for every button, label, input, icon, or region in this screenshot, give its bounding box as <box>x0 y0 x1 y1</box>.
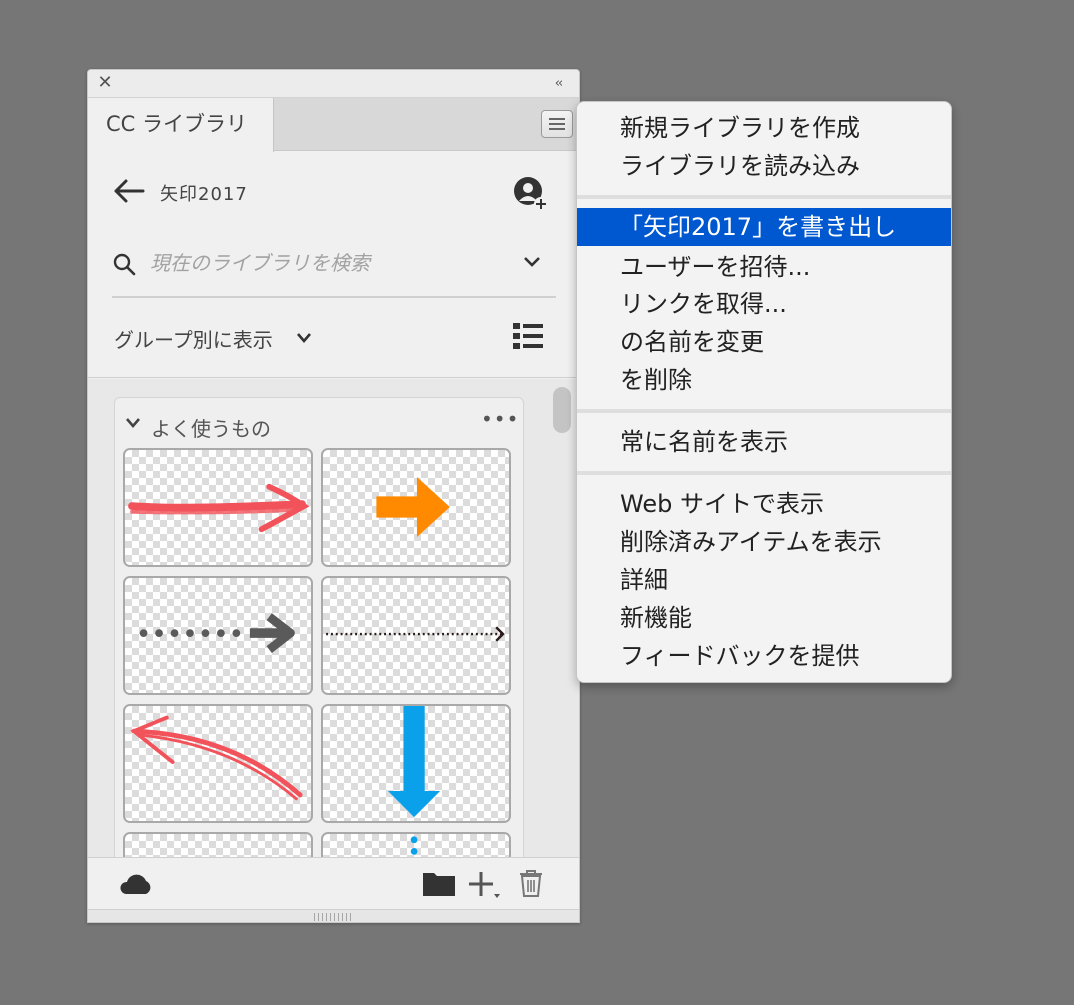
menu-item-rename[interactable]: の名前を変更 <box>577 323 951 361</box>
plus-icon[interactable] <box>468 870 502 900</box>
menu-item-new-library[interactable]: 新規ライブラリを作成 <box>577 109 951 147</box>
panel-bottom-toolbar <box>88 857 579 909</box>
asset-tile[interactable] <box>321 576 511 695</box>
menu-item-delete[interactable]: を削除 <box>577 361 951 399</box>
menu-item-whats-new[interactable]: 新機能 <box>577 599 951 637</box>
blue-dotted-partial-icon <box>410 836 418 855</box>
group-by-dropdown[interactable]: グループ別に表示 <box>114 324 273 353</box>
panel-menu-button[interactable] <box>541 110 573 138</box>
panel-flyout-menu: 新規ライブラリを作成 ライブラリを読み込み 「矢印2017」を書き出し ユーザー… <box>576 101 952 683</box>
red-curved-arrow-left-icon <box>130 715 303 801</box>
asset-tile[interactable] <box>123 704 313 823</box>
more-options-icon[interactable]: ••• <box>481 409 518 434</box>
hamburger-icon <box>549 118 565 120</box>
panel-tabbar: CC ライブラリ <box>88 98 579 152</box>
menu-item-get-link[interactable]: リンクを取得... <box>577 285 951 323</box>
search-icon <box>113 253 136 276</box>
menu-item-view-on-website[interactable]: Web サイトで表示 <box>577 485 951 523</box>
chevron-down-icon[interactable] <box>296 332 312 344</box>
red-handdrawn-arrow-right-icon <box>128 483 310 533</box>
asset-tile[interactable] <box>123 576 313 695</box>
menu-item-view-deleted-items[interactable]: 削除済みアイテムを表示 <box>577 523 951 561</box>
asset-tile[interactable] <box>321 832 511 857</box>
menu-separator <box>577 409 951 413</box>
search-input[interactable] <box>150 248 490 278</box>
group-name: よく使うもの <box>151 417 271 441</box>
menu-item-invite-users[interactable]: ユーザーを招待... <box>577 248 951 286</box>
cc-libraries-panel: ✕ ‹‹ CC ライブラリ 矢印2017 現在のライブラリを検索 グループ別に表… <box>87 69 580 923</box>
asset-tile[interactable] <box>321 704 511 823</box>
add-user-icon[interactable] <box>513 176 549 212</box>
group-by-row: グループ別に表示 <box>88 302 579 378</box>
library-content: よく使うもの ••• <box>88 379 579 857</box>
back-arrow-icon[interactable] <box>112 177 146 205</box>
search-row <box>112 232 556 298</box>
panel-titlebar: ✕ ‹‹ <box>88 70 579 98</box>
menu-item-feedback[interactable]: フィードバックを提供 <box>577 637 951 675</box>
menu-separator <box>577 471 951 475</box>
group-header: よく使うもの ••• <box>125 409 518 441</box>
menu-item-export-library[interactable]: 「矢印2017」を書き出し <box>577 208 951 246</box>
chevron-down-icon[interactable] <box>125 417 141 429</box>
asset-tile[interactable] <box>123 832 313 857</box>
menu-item-details[interactable]: 詳細 <box>577 561 951 599</box>
resize-grip[interactable] <box>88 909 579 922</box>
tab-cc-libraries[interactable]: CC ライブラリ <box>88 98 274 152</box>
menu-separator <box>577 195 951 199</box>
folder-icon[interactable] <box>422 869 456 897</box>
asset-tile[interactable] <box>123 448 313 567</box>
orange-bold-arrow-right-icon <box>376 477 450 537</box>
gray-dotted-arrow-right-icon <box>139 613 295 653</box>
menu-item-import-library[interactable]: ライブラリを読み込み <box>577 147 951 185</box>
asset-tile[interactable] <box>321 448 511 567</box>
library-title: 矢印2017 <box>160 184 248 205</box>
close-icon[interactable]: ✕ <box>96 74 114 92</box>
black-fine-dotted-arrow-right-icon <box>326 626 505 642</box>
library-header: 矢印2017 <box>88 152 579 232</box>
cloud-icon[interactable] <box>118 872 154 896</box>
trash-icon[interactable] <box>518 869 544 897</box>
blue-arrow-down-icon <box>387 706 441 818</box>
list-view-icon[interactable] <box>513 322 543 350</box>
scrollbar-thumb[interactable] <box>553 387 571 433</box>
chevron-down-icon[interactable] <box>522 254 542 270</box>
collapse-panel-icon[interactable]: ‹‹ <box>549 76 567 92</box>
group-card: よく使うもの ••• <box>114 397 524 857</box>
menu-item-always-show-names[interactable]: 常に名前を表示 <box>577 423 951 461</box>
